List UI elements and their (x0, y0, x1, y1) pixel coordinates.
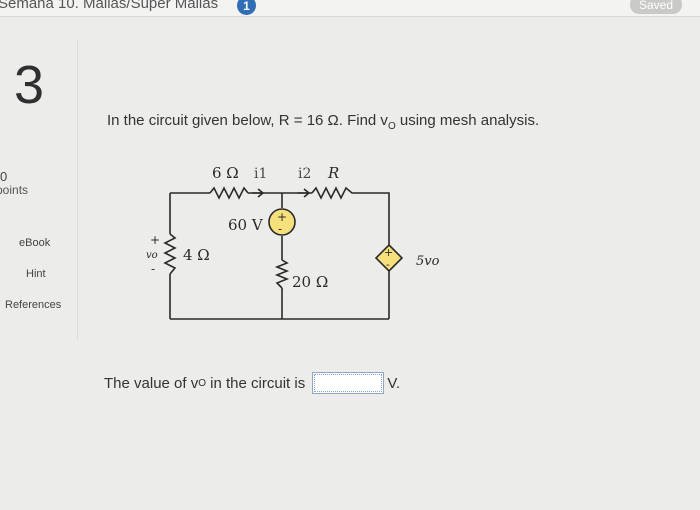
source-plus: + (277, 210, 287, 224)
dependent-voltage-source (374, 243, 404, 273)
points-value: 0 (0, 169, 8, 184)
question-text: In the circuit given below, R = 16 Ω. Fi… (107, 112, 539, 132)
label-4-ohm: 4 Ω (183, 246, 210, 264)
label-60v: 60 V (228, 216, 264, 234)
voltage-source-60v (268, 208, 296, 236)
wire-top-right (356, 192, 390, 245)
resistor-6-ohm (209, 186, 249, 200)
question-number: 3 (14, 55, 45, 115)
label-dep-source: 5vo (416, 254, 440, 269)
hint-link[interactable]: Hint (26, 268, 46, 280)
circuit-diagram: + - + - 6 Ω i1 i2 R 60 V 4 Ω 20 Ω 5vo + … (146, 164, 440, 320)
sidebar-divider (77, 40, 78, 340)
resistor-r (311, 186, 356, 200)
question-suffix: using mesh analysis. (395, 112, 540, 129)
label-20-ohm: 20 Ω (292, 273, 328, 291)
top-bar: Semana 10. Mallas/Super Mallas 1 Saved (0, 0, 700, 17)
resistor-20-ohm (274, 259, 290, 289)
label-vo: vo (146, 250, 158, 261)
answer-subscript: O (198, 377, 206, 389)
points-label: points (0, 183, 29, 197)
label-r: R (327, 164, 339, 182)
vo-plus: + (150, 233, 160, 247)
answer-middle: in the circuit is (206, 374, 310, 392)
question-subscript: O (387, 121, 396, 132)
ebook-link[interactable]: eBook (19, 237, 50, 249)
vo-minus: - (151, 262, 155, 276)
breadcrumb[interactable]: Semana 10. Mallas/Super Mallas (0, 0, 218, 12)
resistor-4-ohm (163, 233, 177, 275)
label-i2: i2 (298, 166, 311, 182)
dep-source-minus: - (386, 258, 390, 271)
i2-arrow (298, 188, 311, 198)
question-prefix: In the circuit given below, R = 16 Ω. Fi… (107, 112, 388, 129)
answer-input[interactable] (312, 372, 385, 394)
answer-line: The value of vO in the circuit is V. (104, 372, 400, 394)
dep-source-plus: + (384, 246, 393, 259)
source-minus: - (278, 222, 282, 236)
label-i1: i1 (254, 166, 267, 182)
answer-prefix: The value of v (104, 374, 199, 392)
answer-unit: V. (387, 374, 401, 392)
references-link[interactable]: References (5, 299, 61, 311)
saved-status-badge: Saved (630, 0, 682, 14)
i1-arrow (252, 188, 265, 198)
notification-badge[interactable]: 1 (237, 0, 256, 15)
label-6-ohm: 6 Ω (212, 164, 239, 182)
